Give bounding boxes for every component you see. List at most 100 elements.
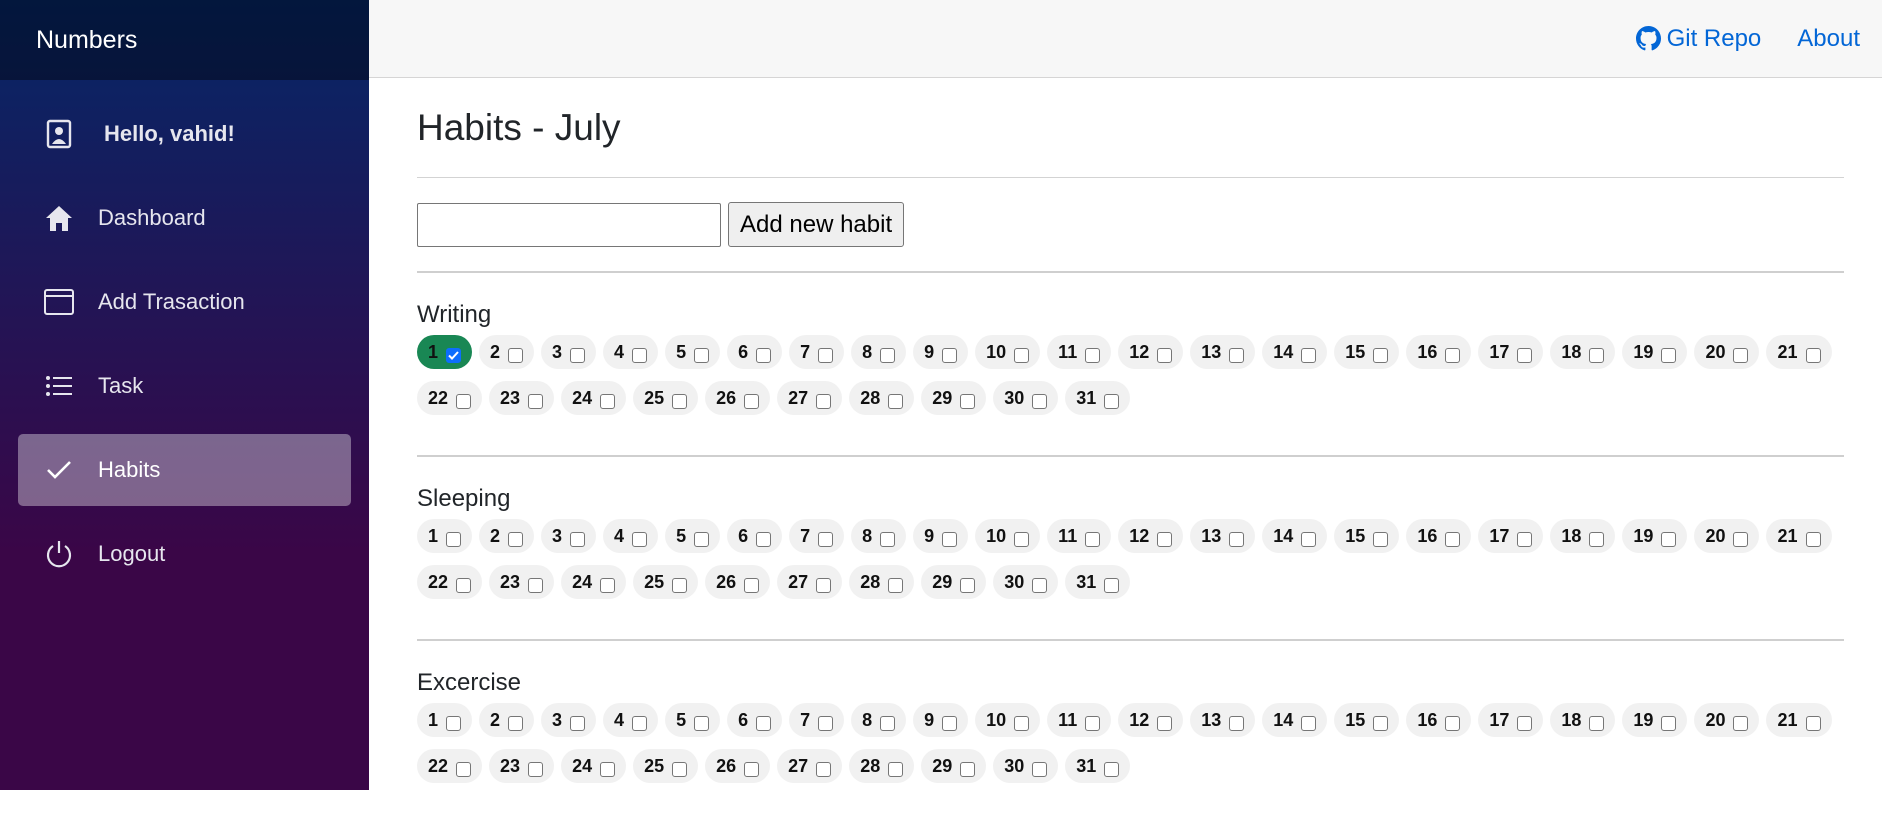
day-checkbox[interactable] bbox=[1373, 347, 1389, 363]
day-checkbox[interactable] bbox=[1014, 347, 1030, 363]
day-pill[interactable]: 13 bbox=[1190, 703, 1256, 738]
day-checkbox[interactable] bbox=[880, 531, 896, 547]
day-checkbox[interactable] bbox=[756, 715, 772, 731]
day-checkbox[interactable] bbox=[1517, 531, 1533, 547]
day-checkbox[interactable] bbox=[1104, 393, 1120, 409]
day-checkbox[interactable] bbox=[1373, 531, 1389, 547]
day-pill[interactable]: 29 bbox=[921, 749, 987, 784]
day-pill[interactable]: 10 bbox=[975, 703, 1041, 738]
day-pill[interactable]: 11 bbox=[1047, 519, 1112, 554]
day-pill[interactable]: 8 bbox=[851, 335, 907, 370]
brand-title[interactable]: Numbers bbox=[0, 0, 369, 80]
day-checkbox[interactable] bbox=[818, 715, 834, 731]
day-checkbox[interactable] bbox=[756, 531, 772, 547]
day-checkbox[interactable] bbox=[960, 577, 976, 593]
day-pill[interactable]: 26 bbox=[705, 565, 771, 600]
day-pill[interactable]: 30 bbox=[993, 565, 1059, 600]
day-checkbox[interactable] bbox=[528, 577, 544, 593]
day-checkbox[interactable] bbox=[1085, 715, 1101, 731]
day-pill[interactable]: 24 bbox=[561, 565, 627, 600]
day-pill[interactable]: 22 bbox=[417, 749, 483, 784]
day-checkbox[interactable] bbox=[456, 577, 472, 593]
day-pill[interactable]: 3 bbox=[541, 703, 597, 738]
day-pill[interactable]: 15 bbox=[1334, 703, 1400, 738]
day-pill[interactable]: 22 bbox=[417, 565, 483, 600]
day-checkbox[interactable] bbox=[1229, 715, 1245, 731]
day-pill[interactable]: 28 bbox=[849, 381, 915, 416]
day-pill[interactable]: 4 bbox=[603, 703, 659, 738]
day-pill[interactable]: 24 bbox=[561, 381, 627, 416]
day-pill[interactable]: 26 bbox=[705, 381, 771, 416]
day-checkbox[interactable] bbox=[756, 347, 772, 363]
day-pill[interactable]: 2 bbox=[479, 519, 535, 554]
day-pill[interactable]: 9 bbox=[913, 703, 969, 738]
day-pill[interactable]: 11 bbox=[1047, 703, 1112, 738]
sidebar-item-habits[interactable]: Habits bbox=[18, 434, 351, 506]
day-pill[interactable]: 1 bbox=[417, 335, 473, 370]
day-pill[interactable]: 8 bbox=[851, 519, 907, 554]
day-checkbox[interactable] bbox=[632, 715, 648, 731]
day-pill[interactable]: 14 bbox=[1262, 703, 1328, 738]
day-checkbox[interactable] bbox=[1157, 531, 1173, 547]
day-checkbox[interactable] bbox=[1733, 531, 1749, 547]
day-pill[interactable]: 22 bbox=[417, 381, 483, 416]
day-checkbox[interactable] bbox=[1445, 715, 1461, 731]
day-pill[interactable]: 8 bbox=[851, 703, 907, 738]
day-checkbox[interactable] bbox=[1104, 761, 1120, 777]
day-pill[interactable]: 18 bbox=[1550, 703, 1616, 738]
day-checkbox[interactable] bbox=[446, 531, 462, 547]
habit-name-input[interactable] bbox=[417, 202, 721, 247]
day-pill[interactable]: 4 bbox=[603, 519, 659, 554]
day-checkbox[interactable] bbox=[1733, 715, 1749, 731]
day-checkbox[interactable] bbox=[508, 531, 524, 547]
day-checkbox[interactable] bbox=[570, 715, 586, 731]
day-pill[interactable]: 2 bbox=[479, 335, 535, 370]
day-pill[interactable]: 27 bbox=[777, 565, 843, 600]
day-checkbox[interactable] bbox=[1229, 531, 1245, 547]
day-checkbox[interactable] bbox=[1517, 715, 1533, 731]
sidebar-item-dashboard[interactable]: Dashboard bbox=[18, 182, 351, 254]
day-checkbox[interactable] bbox=[632, 531, 648, 547]
day-checkbox[interactable] bbox=[1661, 347, 1677, 363]
day-pill[interactable]: 12 bbox=[1118, 335, 1184, 370]
day-pill[interactable]: 1 bbox=[417, 519, 473, 554]
day-pill[interactable]: 20 bbox=[1694, 519, 1760, 554]
add-habit-button[interactable]: Add new habit bbox=[728, 202, 905, 248]
day-pill[interactable]: 15 bbox=[1334, 335, 1400, 370]
day-pill[interactable]: 20 bbox=[1694, 335, 1760, 370]
day-pill[interactable]: 31 bbox=[1065, 381, 1131, 416]
day-pill[interactable]: 29 bbox=[921, 565, 987, 600]
day-pill[interactable]: 12 bbox=[1118, 519, 1184, 554]
day-pill[interactable]: 30 bbox=[993, 749, 1059, 784]
day-pill[interactable]: 28 bbox=[849, 749, 915, 784]
day-checkbox[interactable] bbox=[694, 347, 710, 363]
day-pill[interactable]: 7 bbox=[789, 335, 845, 370]
day-checkbox[interactable] bbox=[1014, 531, 1030, 547]
day-pill[interactable]: 7 bbox=[789, 703, 845, 738]
day-checkbox[interactable] bbox=[888, 761, 904, 777]
day-checkbox[interactable] bbox=[1229, 347, 1245, 363]
day-checkbox[interactable] bbox=[1301, 715, 1317, 731]
day-checkbox[interactable] bbox=[1445, 347, 1461, 363]
sidebar-item-add-transaction[interactable]: Add Trasaction bbox=[18, 266, 351, 338]
day-checkbox[interactable] bbox=[456, 761, 472, 777]
day-checkbox[interactable] bbox=[508, 347, 524, 363]
day-pill[interactable]: 23 bbox=[489, 381, 555, 416]
day-pill[interactable]: 30 bbox=[993, 381, 1059, 416]
day-pill[interactable]: 18 bbox=[1550, 335, 1616, 370]
day-checkbox[interactable] bbox=[1104, 577, 1120, 593]
day-checkbox[interactable] bbox=[816, 577, 832, 593]
day-checkbox[interactable] bbox=[1589, 531, 1605, 547]
day-pill[interactable]: 5 bbox=[665, 519, 721, 554]
day-pill[interactable]: 14 bbox=[1262, 335, 1328, 370]
day-pill[interactable]: 21 bbox=[1766, 519, 1832, 554]
day-checkbox[interactable] bbox=[1373, 715, 1389, 731]
day-checkbox[interactable] bbox=[942, 715, 958, 731]
day-checkbox[interactable] bbox=[672, 761, 688, 777]
day-pill[interactable]: 14 bbox=[1262, 519, 1328, 554]
day-checkbox[interactable] bbox=[1032, 393, 1048, 409]
day-pill[interactable]: 6 bbox=[727, 519, 783, 554]
day-checkbox[interactable] bbox=[942, 531, 958, 547]
day-pill[interactable]: 1 bbox=[417, 703, 473, 738]
day-checkbox[interactable] bbox=[1517, 347, 1533, 363]
